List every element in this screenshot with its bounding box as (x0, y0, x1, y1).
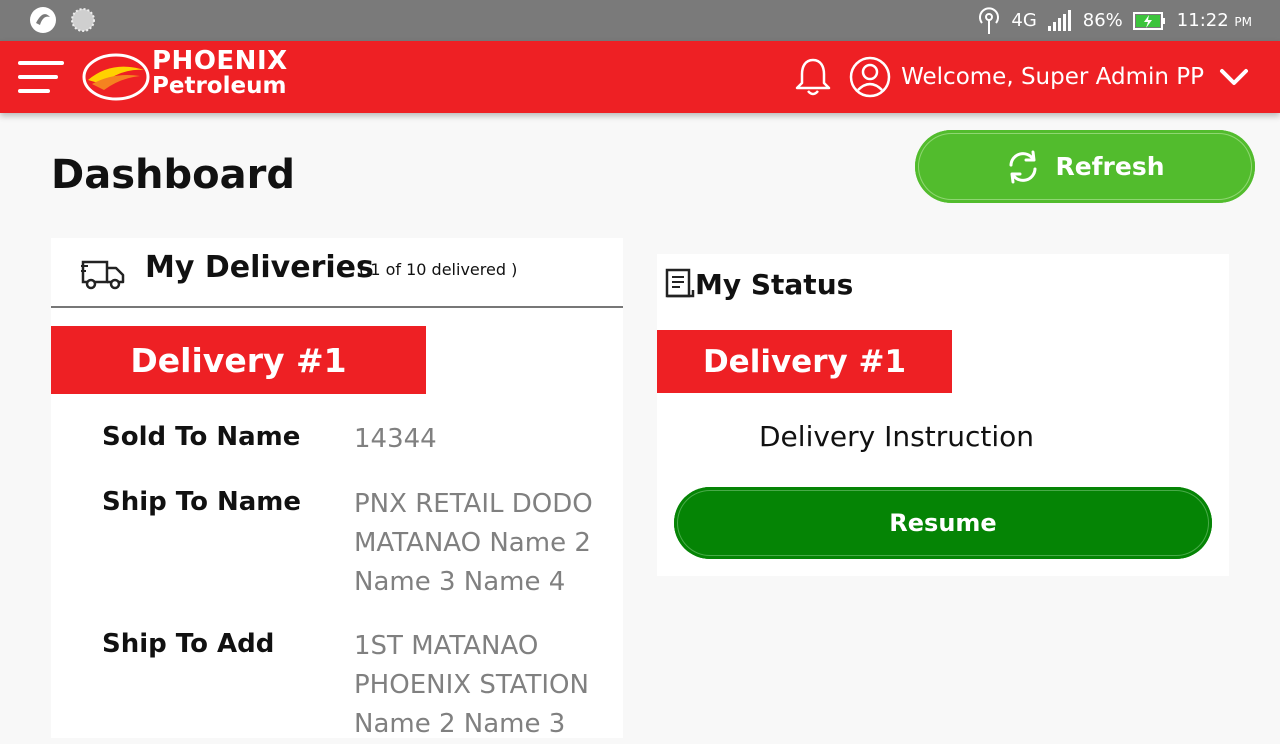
ship-to-name-label: Ship To Name (102, 487, 302, 517)
ship-to-add-label: Ship To Add (102, 629, 275, 659)
user-avatar-icon[interactable] (849, 56, 891, 98)
my-status-title: My Status (695, 268, 854, 301)
network-type: 4G (1011, 10, 1037, 31)
clock: 11:22 PM (1176, 10, 1252, 31)
notification-bell-icon[interactable] (791, 55, 835, 99)
refresh-button[interactable]: Refresh (915, 130, 1255, 203)
ship-to-name-value: PNX RETAIL DODO MATANAO Name 2 Name 3 Na… (354, 489, 593, 597)
hamburger-menu-button[interactable] (16, 57, 66, 97)
my-status-card: My Status Delivery #1 Delivery Instructi… (657, 254, 1229, 576)
refresh-icon (1009, 150, 1037, 183)
sold-to-name-value: 14344 (354, 424, 437, 454)
resume-button[interactable]: Resume (674, 487, 1212, 559)
status-delivery-banner: Delivery #1 (657, 330, 952, 393)
sync-notification-icon (71, 8, 95, 32)
app-header: PHOENIX Petroleum Welcome, Super Admin P… (0, 41, 1280, 113)
signal-icon (1047, 9, 1071, 31)
brand-line2: Petroleum (152, 73, 287, 99)
status-bar: 4G 86% 11:22 PM (0, 0, 1280, 41)
delivered-count: ( 1 of 10 delivered ) (359, 260, 518, 279)
my-deliveries-header: My Deliveries ( 1 of 10 delivered ) (51, 238, 623, 308)
refresh-label: Refresh (1055, 152, 1165, 181)
document-icon (665, 268, 695, 298)
page-title: Dashboard (51, 152, 295, 198)
app-notification-icon (30, 7, 56, 33)
my-deliveries-card: My Deliveries ( 1 of 10 delivered ) Deli… (51, 238, 623, 739)
ship-to-add-value: 1ST MATANAO PHOENIX STATION Name 2 Name … (354, 631, 589, 739)
delivery-instruction-text: Delivery Instruction (759, 420, 1034, 453)
phoenix-logo-emblem (82, 53, 150, 101)
brand-line1: PHOENIX (152, 46, 288, 76)
truck-icon (81, 260, 125, 290)
phoenix-logo: PHOENIX Petroleum (82, 46, 342, 108)
hotspot-icon (979, 6, 1000, 34)
chevron-down-icon[interactable] (1218, 65, 1250, 89)
my-deliveries-title: My Deliveries (145, 250, 374, 285)
battery-charging-icon (1132, 11, 1165, 30)
battery-percent: 86% (1082, 10, 1123, 31)
delivery-banner: Delivery #1 (51, 326, 426, 394)
welcome-text: Welcome, Super Admin PP (901, 64, 1204, 90)
sold-to-name-label: Sold To Name (102, 422, 301, 452)
